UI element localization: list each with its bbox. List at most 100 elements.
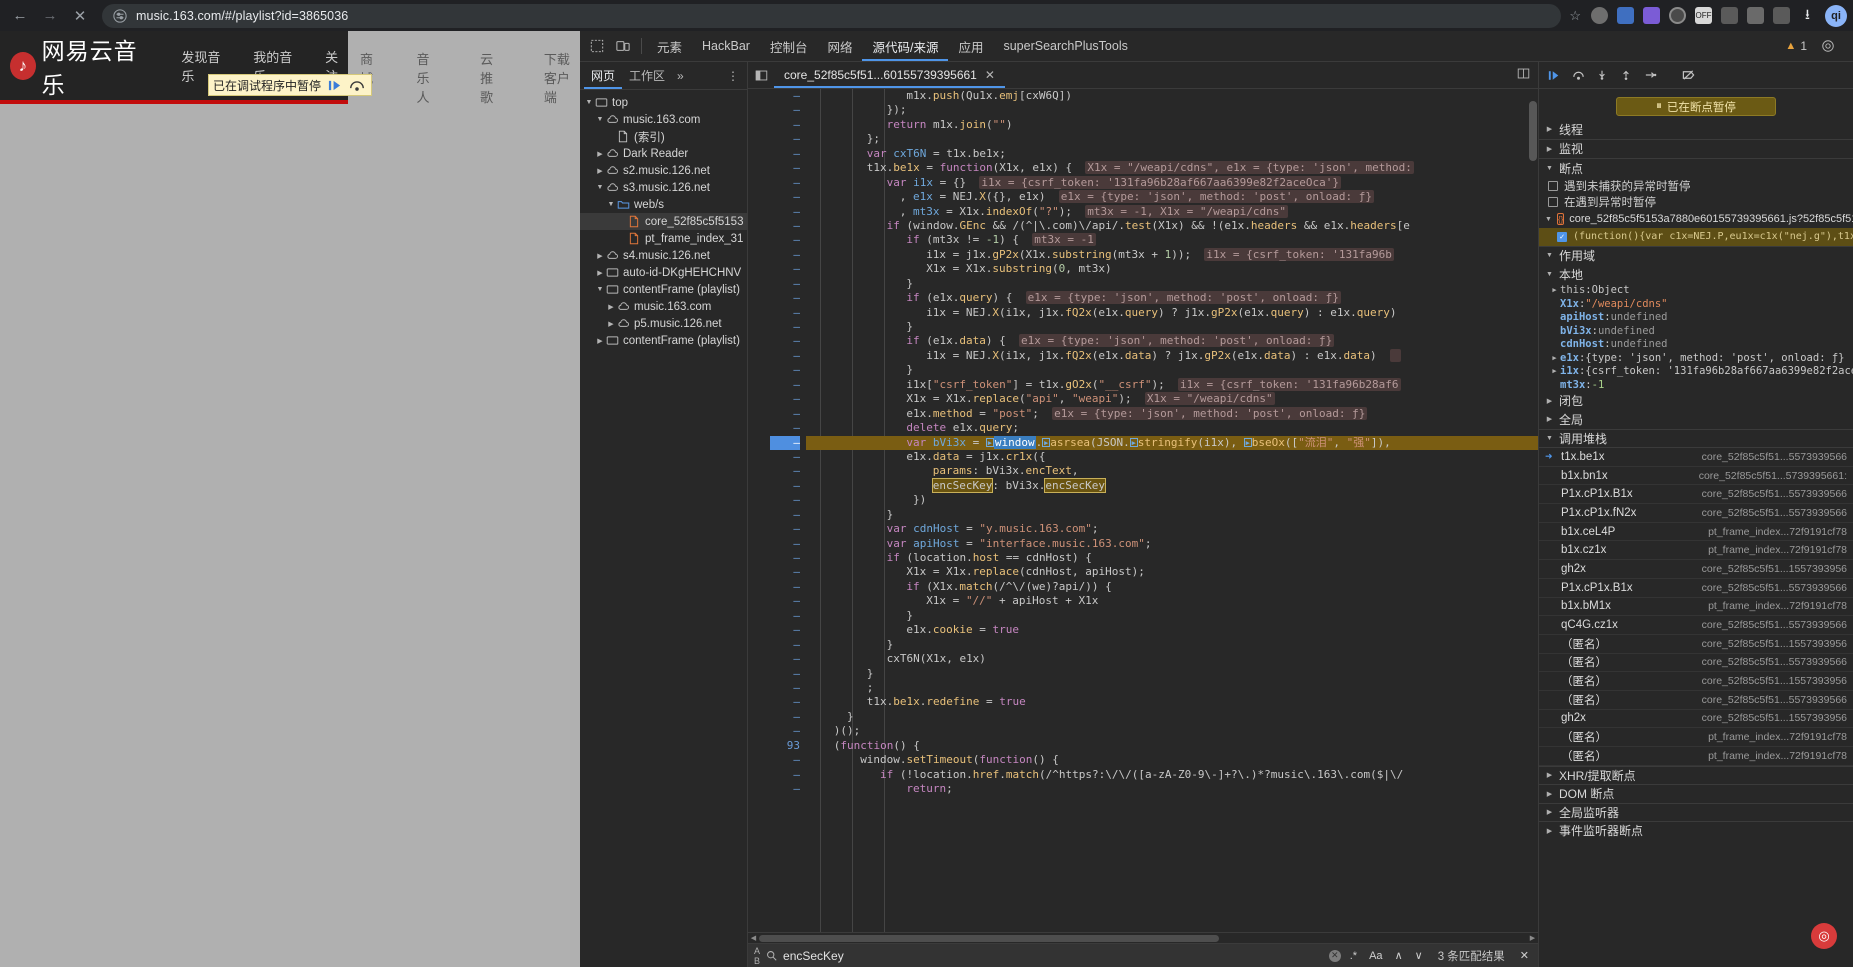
toggle-panel-icon[interactable] bbox=[748, 69, 774, 82]
tab-console[interactable]: 控制台 bbox=[760, 31, 818, 61]
line-number[interactable]: — bbox=[770, 652, 800, 666]
code-line[interactable]: ; bbox=[806, 681, 1538, 695]
code-line[interactable]: encSecKey: bVi3x.encSecKey bbox=[806, 479, 1538, 493]
line-number[interactable]: — bbox=[770, 363, 800, 377]
chevron-right-icon[interactable]: ▶ bbox=[1545, 397, 1554, 405]
line-number[interactable]: — bbox=[770, 334, 800, 348]
extension-icon-7[interactable] bbox=[1747, 7, 1764, 24]
callstack-frame[interactable]: qC4G.cz1xcore_52f85c5f51...5573939566 bbox=[1539, 616, 1853, 635]
code-viewport[interactable]: ————————————————————————————————————————… bbox=[748, 89, 1538, 932]
close-tab-icon[interactable]: ✕ bbox=[985, 68, 995, 82]
tree-item[interactable]: ▼web/s bbox=[580, 196, 747, 213]
tree-twisty[interactable]: ▶ bbox=[595, 252, 605, 260]
step-into-icon[interactable] bbox=[1591, 64, 1613, 86]
line-number[interactable]: 93 bbox=[770, 739, 800, 753]
code-line[interactable]: X1x = "//" + apiHost + X1x bbox=[806, 594, 1538, 608]
tree-item[interactable]: ▶s4.music.126.net bbox=[580, 247, 747, 264]
extension-icon-3[interactable] bbox=[1643, 7, 1660, 24]
callstack-frame[interactable]: （匿名）core_52f85c5f51...5573939566 bbox=[1539, 691, 1853, 710]
navigator-tab-workspace[interactable]: 工作区 bbox=[622, 62, 672, 89]
extension-icon-6[interactable] bbox=[1721, 7, 1738, 24]
line-number[interactable]: — bbox=[770, 248, 800, 262]
callstack-frame[interactable]: P1x.cP1x.B1xcore_52f85c5f51...5573939566 bbox=[1539, 579, 1853, 598]
code-line[interactable]: if (window.GEnc && /(^|\.com)\/api/.test… bbox=[806, 219, 1538, 233]
scroll-left-icon[interactable]: ◀ bbox=[748, 934, 759, 942]
bookmark-star-icon[interactable]: ☆ bbox=[1569, 8, 1581, 24]
line-number[interactable]: — bbox=[770, 277, 800, 291]
editor-split-icon[interactable] bbox=[1517, 67, 1538, 83]
code-line[interactable]: } bbox=[806, 667, 1538, 681]
device-toolbar-icon[interactable] bbox=[610, 33, 636, 59]
chevron-right-icon[interactable]: ▶ bbox=[1545, 125, 1554, 133]
line-number[interactable]: — bbox=[770, 219, 800, 233]
scroll-thumb[interactable] bbox=[759, 935, 1219, 942]
line-number[interactable]: — bbox=[770, 493, 800, 507]
code-line[interactable]: , mt3x = X1x.indexOf("?"); mt3x = -1, X1… bbox=[806, 205, 1538, 219]
tree-item[interactable]: core_52f85c5f5153 bbox=[580, 213, 747, 230]
line-number[interactable]: — bbox=[770, 768, 800, 782]
code-line[interactable]: var cxT6N = t1x.be1x; bbox=[806, 147, 1538, 161]
tree-item[interactable]: ▶music.163.com bbox=[580, 298, 747, 315]
scroll-right-icon[interactable]: ▶ bbox=[1527, 934, 1538, 942]
line-number[interactable]: — bbox=[770, 161, 800, 175]
line-number[interactable]: — bbox=[770, 537, 800, 551]
code-line[interactable]: e1x.cookie = true bbox=[806, 623, 1538, 637]
local-scope-header[interactable]: ▼ 本地 bbox=[1539, 265, 1853, 284]
line-number[interactable]: — bbox=[770, 782, 800, 796]
chevron-right-icon[interactable]: ▶ bbox=[1545, 808, 1554, 816]
breakpoint-code-row[interactable]: ✓ (function(){var c1x=NEJ.P,eu1x=c1x("ne… bbox=[1539, 228, 1853, 246]
line-number[interactable]: — bbox=[770, 205, 800, 219]
callstack-frame[interactable]: （匿名）pt_frame_index...72f9191cf78 bbox=[1539, 747, 1853, 766]
chevron-down-icon[interactable]: ▼ bbox=[1545, 216, 1552, 223]
code-line[interactable]: X1x = X1x.replace("api", "weapi"); X1x =… bbox=[806, 392, 1538, 406]
callstack-frame[interactable]: （匿名）pt_frame_index...72f9191cf78 bbox=[1539, 728, 1853, 747]
line-number[interactable]: — bbox=[770, 147, 800, 161]
scope-variable-row[interactable]: ▶e1x: {type: 'json', method: 'post', onl… bbox=[1539, 351, 1853, 365]
chevron-right-icon[interactable]: ▶ bbox=[1545, 827, 1554, 835]
code-line[interactable]: if (location.host == cdnHost) { bbox=[806, 551, 1538, 565]
extension-icon-4[interactable] bbox=[1669, 7, 1686, 24]
code-line[interactable]: i1x = NEJ.X(i1x, j1x.fQ2x(e1x.data) ? j1… bbox=[806, 349, 1538, 363]
scope-variable-row[interactable]: X1x: "/weapi/cdns" bbox=[1539, 297, 1853, 311]
chevron-right-icon[interactable]: ▶ bbox=[1545, 790, 1554, 798]
code-line[interactable]: var cdnHost = "y.music.163.com"; bbox=[806, 522, 1538, 536]
extension-icon-8[interactable] bbox=[1773, 7, 1790, 24]
tree-twisty[interactable]: ▼ bbox=[595, 184, 605, 191]
tree-item[interactable]: ▼music.163.com bbox=[580, 111, 747, 128]
case-sensitive-icon[interactable]: AB bbox=[754, 946, 760, 966]
address-bar[interactable]: music.163.com/#/playlist?id=3865036 bbox=[102, 4, 1561, 28]
tree-twisty[interactable]: ▶ bbox=[595, 269, 605, 277]
callstack-frame[interactable]: （匿名）core_52f85c5f51...5573939566 bbox=[1539, 654, 1853, 673]
clear-input-icon[interactable]: ✕ bbox=[1329, 950, 1341, 962]
more-options-icon[interactable]: ⋮ bbox=[719, 69, 747, 83]
tab-sources[interactable]: 源代码/来源 bbox=[862, 31, 948, 61]
tab-supersearchplustools[interactable]: superSearchPlusTools bbox=[993, 31, 1137, 61]
line-number[interactable]: — bbox=[770, 89, 800, 103]
nav-item-musician[interactable]: 音乐人 bbox=[416, 49, 438, 106]
line-number[interactable]: — bbox=[770, 233, 800, 247]
code-line[interactable]: } bbox=[806, 609, 1538, 623]
inspect-element-icon[interactable] bbox=[584, 33, 610, 59]
chevron-down-icon[interactable]: ▼ bbox=[1545, 252, 1554, 259]
tab-hackbar[interactable]: HackBar bbox=[692, 31, 760, 61]
expand-arrow-icon[interactable]: ▶ bbox=[1549, 367, 1560, 375]
line-number[interactable]: — bbox=[770, 103, 800, 117]
code-line[interactable]: } bbox=[806, 508, 1538, 522]
code-line[interactable]: var apiHost = "interface.music.163.com"; bbox=[806, 537, 1538, 551]
line-number[interactable]: — bbox=[770, 262, 800, 276]
scope-variable-row[interactable]: apiHost: undefined bbox=[1539, 311, 1853, 325]
code-line[interactable]: window.setTimeout(function() { bbox=[806, 753, 1538, 767]
tab-elements[interactable]: 元素 bbox=[647, 31, 692, 61]
close-search-icon[interactable]: ✕ bbox=[1517, 949, 1532, 962]
stop-loading-icon[interactable]: ✕ bbox=[66, 2, 94, 30]
line-number[interactable]: — bbox=[770, 407, 800, 421]
scope-variable-row[interactable]: ▶this: Object bbox=[1539, 284, 1853, 298]
warning-count-chip[interactable]: ▲ 1 bbox=[1785, 39, 1807, 53]
debugger-bottom-section[interactable]: ▶XHR/提取断点 bbox=[1539, 766, 1853, 785]
global-scope-header[interactable]: ▶ 全局 bbox=[1539, 410, 1853, 429]
tree-item[interactable]: ▶auto-id-DKgHEHCHNV bbox=[580, 264, 747, 281]
callstack-frame[interactable]: gh2xcore_52f85c5f51...1557393956 bbox=[1539, 560, 1853, 579]
tree-item[interactable]: ▶Dark Reader bbox=[580, 145, 747, 162]
tree-item[interactable]: ▼s3.music.126.net bbox=[580, 179, 747, 196]
line-number[interactable]: — bbox=[770, 464, 800, 478]
